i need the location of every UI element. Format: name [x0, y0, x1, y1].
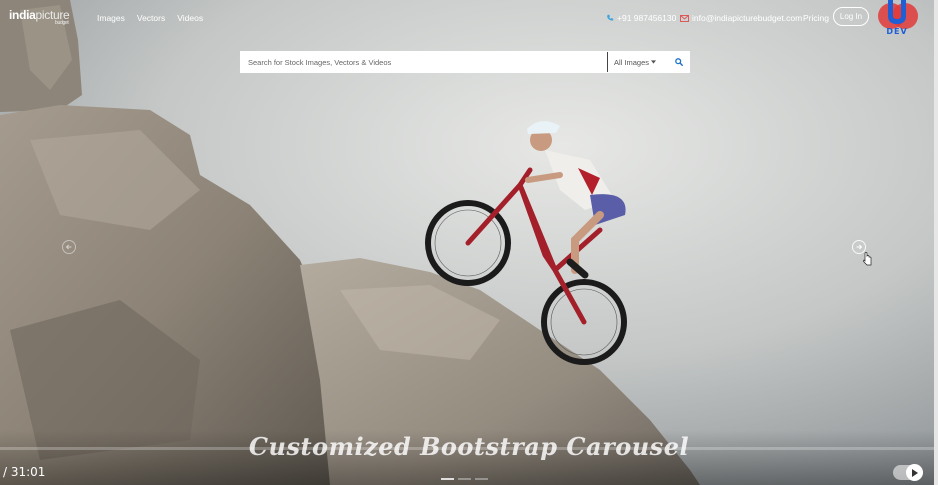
search-button[interactable]	[668, 51, 690, 73]
logo-tagline: budget	[55, 20, 69, 26]
autoplay-toggle[interactable]	[893, 464, 923, 481]
main-nav: Images Vectors Videos	[97, 13, 203, 23]
envelope-icon	[680, 14, 689, 22]
phone-icon	[607, 14, 614, 21]
contact-phone[interactable]: +91 987456130	[606, 13, 676, 23]
search-filter-dropdown[interactable]: All Images	[608, 58, 668, 67]
carousel-indicator[interactable]	[475, 478, 488, 480]
nav-item-vectors[interactable]: Vectors	[137, 13, 165, 23]
carousel-indicator[interactable]	[458, 478, 471, 480]
email-address: info@indiapicturebudget.com	[692, 13, 803, 23]
arrow-left-circle-icon	[65, 244, 72, 250]
nav-item-pricing[interactable]: Pricing	[803, 13, 829, 23]
video-time-display: / 31:01	[3, 465, 46, 479]
nav-item-videos[interactable]: Videos	[177, 13, 203, 23]
svg-text:DEV: DEV	[886, 27, 907, 36]
play-icon	[912, 468, 918, 477]
carousel-indicators	[441, 478, 488, 480]
toggle-knob	[906, 464, 923, 481]
mouse-cursor-icon	[863, 252, 872, 266]
nav-item-images[interactable]: Images	[97, 13, 125, 23]
caret-down-icon	[651, 60, 657, 64]
carousel-caption: Customized Bootstrap Carousel	[248, 432, 690, 461]
phone-number: +91 987456130	[617, 13, 677, 23]
carousel-prev-button[interactable]	[62, 240, 76, 254]
contact-email[interactable]: info@indiapicturebudget.com	[680, 13, 802, 23]
search-icon	[675, 58, 683, 66]
carousel-indicator[interactable]	[441, 478, 454, 480]
scrollbar[interactable]	[934, 0, 938, 485]
logo-main-text: india	[9, 8, 36, 22]
search-bar: All Images	[240, 51, 690, 73]
search-filter-label: All Images	[614, 57, 650, 67]
arrow-right-circle-icon	[856, 244, 863, 250]
login-button[interactable]: Log In	[833, 7, 869, 26]
site-header: indiapicture budget Images Vectors Video…	[0, 0, 938, 36]
site-logo[interactable]: indiapicture budget	[9, 8, 70, 26]
dev-channel-logo: DEV	[878, 0, 918, 36]
search-input[interactable]	[240, 52, 607, 72]
